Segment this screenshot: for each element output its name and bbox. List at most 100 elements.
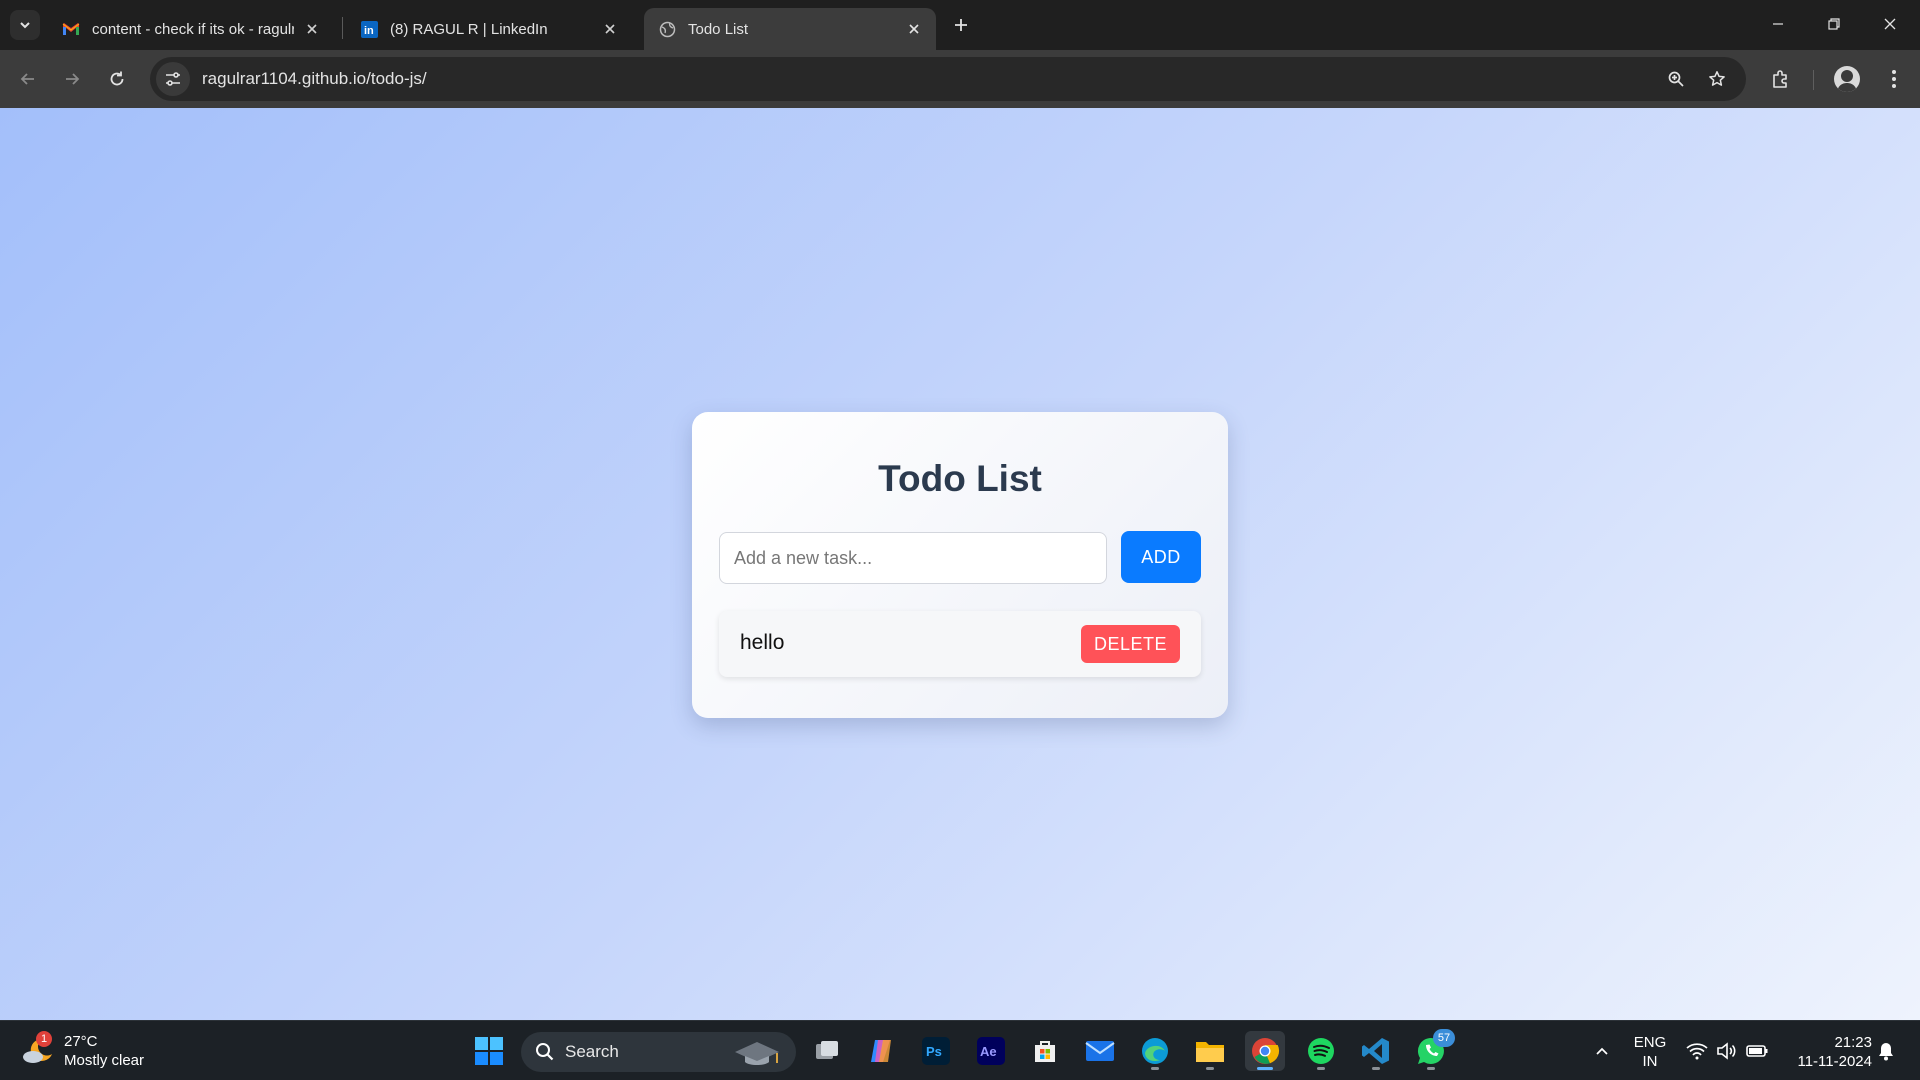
bell-icon: [1879, 1043, 1893, 1061]
taskbar-edge[interactable]: [1135, 1031, 1175, 1071]
svg-text:Ps: Ps: [926, 1044, 942, 1059]
site-info-button[interactable]: [156, 62, 190, 96]
browser-menu-button[interactable]: [1878, 63, 1910, 95]
show-hidden-icons-button[interactable]: [1582, 1031, 1622, 1071]
search-label: Search: [565, 1042, 619, 1061]
minimize-button[interactable]: [1750, 0, 1806, 48]
tab-title: content - check if its ok - ragulr: [92, 20, 294, 38]
delete-button[interactable]: DELETE: [1081, 625, 1180, 663]
chevron-up-icon: [1596, 1047, 1608, 1055]
taskbar-after-effects[interactable]: Ae: [971, 1031, 1011, 1071]
weather-text: 27°C Mostly clear: [64, 1032, 144, 1070]
clock[interactable]: 21:23 11-11-2024: [1782, 1033, 1872, 1071]
taskbar-vscode[interactable]: [1356, 1031, 1396, 1071]
taskbar-whatsapp[interactable]: 57: [1411, 1029, 1455, 1071]
address-bar[interactable]: ragulrar1104.github.io/todo-js/: [150, 57, 1746, 101]
taskbar-copilot[interactable]: [861, 1031, 901, 1071]
language-code: ENG: [1633, 1034, 1667, 1051]
svg-text:Ae: Ae: [980, 1044, 997, 1059]
wifi-icon: [1686, 1043, 1708, 1060]
zoom-in-icon: [1668, 71, 1684, 87]
running-indicator: [1151, 1067, 1159, 1070]
clock-date: 11-11-2024: [1797, 1053, 1872, 1070]
after-effects-icon: Ae: [977, 1037, 1005, 1065]
notification-badge: 57: [1433, 1029, 1455, 1047]
restore-icon: [1828, 18, 1840, 30]
add-task-button[interactable]: ADD: [1121, 531, 1201, 583]
profile-button[interactable]: [1831, 63, 1863, 95]
vscode-icon: [1362, 1038, 1389, 1064]
arrow-left-icon: [20, 73, 34, 85]
new-task-input[interactable]: [719, 532, 1107, 584]
tab-strip: content - check if its ok - ragulr in (8…: [0, 0, 1920, 50]
taskbar-mail[interactable]: [1080, 1031, 1120, 1071]
tab-todo-list[interactable]: Todo List: [644, 8, 936, 50]
weather-temp: 27°C: [64, 1033, 98, 1050]
running-indicator: [1206, 1067, 1214, 1070]
close-icon: [1884, 18, 1896, 30]
plus-icon: [955, 19, 967, 31]
taskbar-spotify[interactable]: [1301, 1031, 1341, 1071]
bookmark-button[interactable]: [1701, 63, 1733, 95]
running-indicator: [1257, 1067, 1273, 1070]
weather-widget[interactable]: 1 27°C Mostly clear: [20, 1029, 144, 1073]
moon-cloud-icon: 1: [20, 1031, 56, 1069]
taskbar-search[interactable]: Search: [521, 1032, 796, 1072]
svg-text:in: in: [364, 25, 374, 37]
toolbar-divider: [1813, 70, 1814, 90]
zoom-button[interactable]: [1660, 63, 1692, 95]
url-text[interactable]: ragulrar1104.github.io/todo-js/: [202, 69, 427, 89]
taskbar-store[interactable]: [1025, 1031, 1065, 1071]
todo-card: Todo List ADD hello DELETE: [692, 412, 1228, 718]
tab-separator: [342, 17, 343, 39]
puzzle-icon: [1773, 70, 1787, 88]
restore-button[interactable]: [1806, 0, 1862, 48]
taskbar: 1 27°C Mostly clear Search Ps Ae 57 ENG …: [0, 1020, 1920, 1080]
graduation-cap-icon: [735, 1042, 779, 1065]
gmail-icon: [62, 20, 80, 38]
chrome-icon: [1252, 1038, 1280, 1064]
forward-button[interactable]: [56, 63, 88, 95]
avatar: [1834, 66, 1860, 92]
browser-toolbar: ragulrar1104.github.io/todo-js/: [0, 50, 1920, 108]
system-status-button[interactable]: [1677, 1031, 1777, 1071]
tab-gmail[interactable]: content - check if its ok - ragulr: [48, 8, 334, 50]
running-indicator: [1317, 1067, 1325, 1070]
reload-icon: [110, 71, 124, 86]
battery-icon: [1746, 1045, 1768, 1057]
start-button[interactable]: [469, 1031, 509, 1071]
windows-icon: [475, 1037, 503, 1065]
tab-linkedin[interactable]: in (8) RAGUL R | LinkedIn: [346, 8, 632, 50]
new-tab-button[interactable]: [948, 12, 974, 38]
page-title: Todo List: [878, 458, 1042, 499]
close-icon[interactable]: [302, 19, 322, 39]
tab-search-button[interactable]: [10, 10, 40, 40]
weather-condition: Mostly clear: [64, 1052, 145, 1069]
spotify-icon: [1308, 1038, 1334, 1064]
notifications-button[interactable]: [1866, 1031, 1906, 1071]
copilot-icon: [871, 1040, 891, 1062]
clock-time: 21:23: [1834, 1034, 1872, 1051]
tab-title: Todo List: [688, 20, 749, 38]
tune-icon: [166, 72, 180, 86]
photoshop-icon: Ps: [922, 1037, 950, 1065]
close-window-button[interactable]: [1862, 0, 1918, 48]
minimize-icon: [1773, 23, 1783, 25]
region-code: IN: [1642, 1053, 1658, 1070]
reload-button[interactable]: [101, 63, 133, 95]
list-item: hello DELETE: [719, 611, 1201, 677]
taskbar-chrome[interactable]: [1245, 1031, 1285, 1071]
close-icon[interactable]: [600, 19, 620, 39]
back-button[interactable]: [12, 63, 44, 95]
taskbar-task-view[interactable]: [807, 1031, 847, 1071]
language-indicator[interactable]: ENG IN: [1630, 1033, 1670, 1071]
globe-icon: [658, 20, 676, 38]
close-icon[interactable]: [904, 19, 924, 39]
taskbar-photoshop[interactable]: Ps: [916, 1031, 956, 1071]
extensions-button[interactable]: [1765, 63, 1797, 95]
taskbar-file-explorer[interactable]: [1190, 1031, 1230, 1071]
search-icon: [536, 1043, 554, 1061]
star-icon: [1709, 71, 1725, 86]
chevron-down-icon: [20, 22, 30, 29]
arrow-right-icon: [66, 73, 80, 85]
